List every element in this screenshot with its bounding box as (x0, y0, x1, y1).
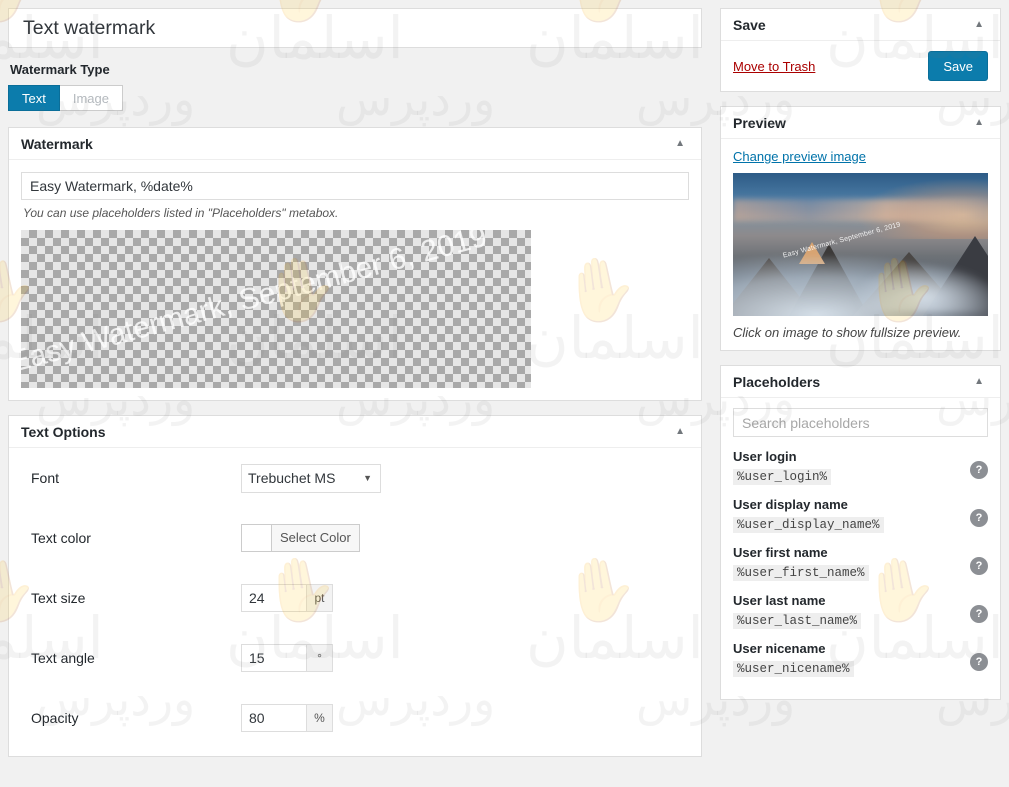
text-size-input[interactable] (242, 585, 306, 611)
placeholder-item: User login %user_login%? (733, 449, 988, 485)
tab-image[interactable]: Image (59, 85, 123, 111)
color-picker[interactable]: Select Color (241, 524, 360, 552)
main-column: Watermark Type Text Image Watermark ▲ Yo… (8, 8, 702, 771)
text-color-row: Text color Select Color (21, 508, 689, 568)
watermark-postbox-header[interactable]: Watermark ▲ (9, 128, 701, 160)
placeholder-code[interactable]: %user_display_name% (733, 517, 884, 533)
preview-caption: Click on image to show fullsize preview. (733, 325, 962, 340)
text-angle-group: ° (241, 644, 333, 672)
preview-postbox-header[interactable]: Preview ▲ (721, 107, 1000, 139)
placeholder-search-input[interactable] (733, 408, 988, 437)
text-options-header[interactable]: Text Options ▲ (9, 416, 701, 448)
placeholder-code[interactable]: %user_nicename% (733, 661, 854, 677)
placeholder-code[interactable]: %user_login% (733, 469, 832, 485)
placeholders-postbox-header[interactable]: Placeholders ▲ (721, 366, 1000, 398)
collapse-triangle-up-icon[interactable]: ▲ (671, 423, 689, 441)
cloud-band (733, 199, 988, 221)
text-size-row: Text size pt (21, 568, 689, 628)
collapse-triangle-up-icon[interactable]: ▲ (671, 135, 689, 153)
text-size-group: pt (241, 584, 333, 612)
placeholder-name: User first name (733, 545, 828, 560)
text-angle-row: Text angle ° (21, 628, 689, 688)
opacity-input[interactable] (242, 705, 306, 731)
text-options-title: Text Options (21, 423, 106, 440)
placeholder-name: User login (733, 449, 797, 464)
watermark-postbox-body: You can use placeholders listed in "Plac… (9, 160, 701, 400)
post-title-input[interactable] (19, 13, 691, 43)
opacity-group: % (241, 704, 333, 732)
collapse-triangle-up-icon[interactable]: ▲ (970, 373, 988, 391)
placeholder-name: User last name (733, 593, 826, 608)
placeholder-item: User display name %user_display_name%? (733, 497, 988, 533)
question-mark-icon[interactable]: ? (970, 605, 988, 623)
question-mark-icon[interactable]: ? (970, 557, 988, 575)
opacity-unit: % (306, 705, 332, 731)
watermark-type-tabs: Text Image (8, 85, 702, 111)
font-select[interactable]: Trebuchet MS (241, 463, 381, 493)
save-postbox: Save ▲ Move to Trash Save (720, 8, 1001, 92)
tab-text[interactable]: Text (8, 85, 60, 111)
save-button[interactable]: Save (928, 51, 988, 81)
placeholder-item: User nicename %user_nicename%? (733, 641, 988, 677)
placeholders-postbox-title: Placeholders (733, 373, 821, 390)
opacity-row: Opacity % (21, 688, 689, 748)
font-label: Font (31, 470, 60, 486)
placeholders-postbox-body: User login%user_login%?User display name… (721, 398, 1000, 699)
watermark-preview-text: Easy Watermark, September 6, 2019 (21, 230, 491, 380)
preview-image[interactable]: Easy Watermark, September 6, 2019 (733, 173, 988, 316)
save-postbox-header[interactable]: Save ▲ (721, 9, 1000, 41)
text-angle-input[interactable] (242, 645, 306, 671)
placeholders-list: User login %user_login%? User display name… (733, 449, 988, 677)
question-mark-icon[interactable]: ? (970, 509, 988, 527)
watermark-type-label: Watermark Type (10, 62, 110, 77)
watermark-transparent-preview[interactable]: Easy Watermark, September 6, 2019 (21, 230, 531, 388)
change-preview-image-link[interactable]: Change preview image (733, 149, 866, 164)
watermark-text-input[interactable] (21, 172, 689, 200)
placeholder-code[interactable]: %user_first_name% (733, 565, 869, 581)
sidebar-column: Save ▲ Move to Trash Save Preview ▲ Chan… (720, 8, 1001, 714)
text-size-label: Text size (31, 590, 86, 606)
placeholder-item: User first name %user_first_name%? (733, 545, 988, 581)
preview-postbox-body: Change preview image Easy Watermark, Sep… (721, 139, 1000, 350)
placeholder-item: User last name %user_last_name%? (733, 593, 988, 629)
watermark-postbox-title: Watermark (21, 135, 93, 152)
save-postbox-title: Save (733, 16, 766, 33)
preview-postbox: Preview ▲ Change preview image Easy Wate… (720, 106, 1001, 351)
color-swatch-preview (242, 525, 272, 551)
text-angle-label: Text angle (31, 650, 95, 666)
font-row: Font Trebuchet MS ▼ (21, 448, 689, 508)
question-mark-icon[interactable]: ? (970, 653, 988, 671)
save-actions-row: Move to Trash Save (721, 41, 1000, 91)
placeholder-code[interactable]: %user_last_name% (733, 613, 862, 629)
placeholder-name: User nicename (733, 641, 826, 656)
text-options-body: Font Trebuchet MS ▼ Text color Select Co… (9, 448, 701, 756)
move-to-trash-link[interactable]: Move to Trash (733, 59, 815, 74)
question-mark-icon[interactable]: ? (970, 461, 988, 479)
watermark-hint: You can use placeholders listed in "Plac… (23, 206, 339, 220)
text-options-postbox: Text Options ▲ Font Trebuchet MS ▼ Text … (8, 415, 702, 757)
opacity-label: Opacity (31, 710, 79, 726)
cloud-sea-right (853, 262, 988, 312)
preview-postbox-title: Preview (733, 114, 786, 131)
placeholders-postbox: Placeholders ▲ User login%user_login%?Us… (720, 365, 1001, 700)
text-color-label: Text color (31, 530, 91, 546)
collapse-triangle-up-icon[interactable]: ▲ (970, 16, 988, 34)
collapse-triangle-up-icon[interactable]: ▲ (970, 114, 988, 132)
text-angle-unit: ° (306, 645, 332, 671)
select-color-button[interactable]: Select Color (272, 525, 359, 551)
watermark-postbox: Watermark ▲ You can use placeholders lis… (8, 127, 702, 401)
post-title-box (8, 8, 702, 48)
placeholder-name: User display name (733, 497, 848, 512)
text-size-unit: pt (306, 585, 332, 611)
